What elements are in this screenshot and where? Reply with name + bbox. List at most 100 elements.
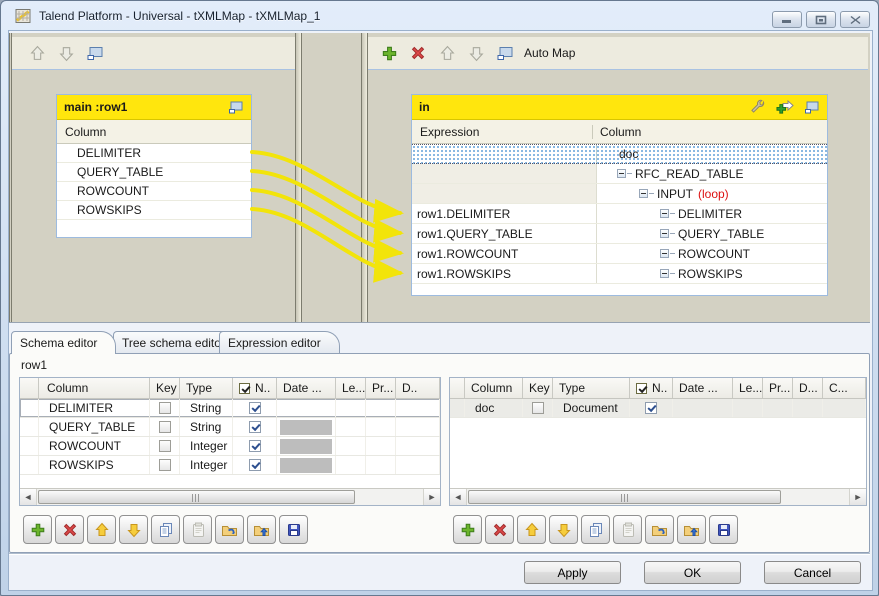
nullable-checkbox[interactable] <box>249 459 261 471</box>
collapse-node-icon[interactable] <box>617 169 626 178</box>
tree-row-delimiter[interactable]: row1.DELIMITER DELIMITER <box>412 204 827 224</box>
input-row-rowskips[interactable]: ROWSKIPS <box>57 201 251 220</box>
collapse-node-icon[interactable] <box>660 269 669 278</box>
tree-row-input-loop[interactable]: INPUT(loop) <box>412 184 827 204</box>
arrow-up-icon[interactable] <box>28 44 46 62</box>
schema-row-doc[interactable]: doc Document <box>450 399 866 418</box>
date-pattern-cell[interactable] <box>277 456 336 474</box>
paste-button[interactable] <box>613 515 642 544</box>
cancel-button[interactable]: Cancel <box>764 561 861 584</box>
scrollbar-track[interactable] <box>37 489 423 505</box>
mapping-link[interactable] <box>252 152 400 213</box>
add-column-icon[interactable] <box>776 99 794 116</box>
paste-button[interactable] <box>183 515 212 544</box>
output-schema-toolbar <box>453 515 738 544</box>
import-button[interactable] <box>215 515 244 544</box>
nullable-checkbox[interactable] <box>249 421 261 433</box>
center-sash-left[interactable] <box>295 33 302 322</box>
scroll-right-button[interactable]: ► <box>849 489 866 505</box>
add-button[interactable] <box>453 515 482 544</box>
date-pattern-cell[interactable] <box>277 418 336 436</box>
expression-cell[interactable]: row1.ROWCOUNT <box>412 244 597 263</box>
export-button[interactable] <box>677 515 706 544</box>
scroll-left-button[interactable]: ◄ <box>20 489 37 505</box>
cross-icon[interactable] <box>409 44 427 62</box>
window-icon[interactable] <box>496 44 514 62</box>
tree-row-rowcount[interactable]: row1.ROWCOUNT ROWCOUNT <box>412 244 827 264</box>
key-checkbox[interactable] <box>532 402 544 414</box>
scrollbar-thumb[interactable] <box>38 490 355 504</box>
scroll-right-button[interactable]: ► <box>423 489 440 505</box>
date-pattern-cell[interactable] <box>277 399 336 417</box>
auto-map-button[interactable]: Auto Map <box>524 46 575 60</box>
nullable-checkbox[interactable] <box>249 440 261 452</box>
move-down-button[interactable] <box>549 515 578 544</box>
remove-button[interactable] <box>485 515 514 544</box>
left-sash[interactable] <box>9 33 12 322</box>
input-row-query-table[interactable]: QUERY_TABLE <box>57 163 251 182</box>
key-checkbox[interactable] <box>159 440 171 452</box>
move-up-button[interactable] <box>87 515 116 544</box>
input-row-rowcount[interactable]: ROWCOUNT <box>57 182 251 201</box>
expression-cell <box>412 164 597 183</box>
collapse-node-icon[interactable] <box>660 249 669 258</box>
copy-button[interactable] <box>581 515 610 544</box>
move-up-button[interactable] <box>517 515 546 544</box>
output-table-header[interactable]: in <box>412 95 827 120</box>
remove-button[interactable] <box>55 515 84 544</box>
move-down-button[interactable] <box>119 515 148 544</box>
mapping-link[interactable] <box>252 171 400 233</box>
center-sash-right[interactable] <box>361 33 368 322</box>
scrollbar-track[interactable] <box>467 489 849 505</box>
date-pattern-cell[interactable] <box>277 437 336 455</box>
minimize-button[interactable] <box>772 11 802 28</box>
nullable-checkbox[interactable] <box>249 402 261 414</box>
minimize-table-icon[interactable] <box>228 100 244 114</box>
arrow-up-icon[interactable] <box>438 44 456 62</box>
save-button[interactable] <box>279 515 308 544</box>
expression-cell[interactable]: row1.ROWSKIPS <box>412 264 597 283</box>
schema-row-query-table[interactable]: QUERY_TABLE String <box>20 418 440 437</box>
key-checkbox[interactable] <box>159 459 171 471</box>
copy-button[interactable] <box>151 515 180 544</box>
apply-button[interactable]: Apply <box>524 561 621 584</box>
wrench-icon[interactable] <box>749 99 766 116</box>
maximize-button[interactable] <box>806 11 836 28</box>
mapping-link[interactable] <box>252 209 400 273</box>
key-checkbox[interactable] <box>159 421 171 433</box>
import-button[interactable] <box>645 515 674 544</box>
tab-schema-editor[interactable]: Schema editor <box>11 331 116 354</box>
arrow-down-icon[interactable] <box>467 44 485 62</box>
expression-cell[interactable] <box>412 145 597 163</box>
key-checkbox[interactable] <box>159 402 171 414</box>
close-button[interactable] <box>840 11 870 28</box>
tree-row-query-table[interactable]: row1.QUERY_TABLE QUERY_TABLE <box>412 224 827 244</box>
collapse-node-icon[interactable] <box>660 229 669 238</box>
nullable-checkbox[interactable] <box>645 402 657 414</box>
save-button[interactable] <box>709 515 738 544</box>
tree-row-doc[interactable]: doc <box>412 144 827 164</box>
schema-row-delimiter[interactable]: DELIMITER String <box>20 399 440 418</box>
add-button[interactable] <box>23 515 52 544</box>
plus-icon[interactable] <box>380 44 398 62</box>
window-icon[interactable] <box>86 44 104 62</box>
minimize-table-icon[interactable] <box>804 100 820 114</box>
collapse-node-icon[interactable] <box>639 189 648 198</box>
tab-expression-editor[interactable]: Expression editor <box>219 331 340 353</box>
ok-button[interactable]: OK <box>644 561 741 584</box>
input-row-delimiter[interactable]: DELIMITER <box>57 144 251 163</box>
date-pattern-cell[interactable] <box>673 399 733 417</box>
schema-row-rowskips[interactable]: ROWSKIPS Integer <box>20 456 440 475</box>
arrow-down-icon[interactable] <box>57 44 75 62</box>
scrollbar-thumb[interactable] <box>468 490 781 504</box>
export-button[interactable] <box>247 515 276 544</box>
scroll-left-button[interactable]: ◄ <box>450 489 467 505</box>
mapping-link[interactable] <box>252 190 400 253</box>
collapse-node-icon[interactable] <box>660 209 669 218</box>
input-table-header[interactable]: main :row1 <box>57 95 251 120</box>
expression-cell[interactable]: row1.DELIMITER <box>412 204 597 223</box>
tree-row-rfc-read-table[interactable]: RFC_READ_TABLE <box>412 164 827 184</box>
expression-cell[interactable]: row1.QUERY_TABLE <box>412 224 597 243</box>
schema-row-rowcount[interactable]: ROWCOUNT Integer <box>20 437 440 456</box>
tree-row-rowskips[interactable]: row1.ROWSKIPS ROWSKIPS <box>412 264 827 284</box>
